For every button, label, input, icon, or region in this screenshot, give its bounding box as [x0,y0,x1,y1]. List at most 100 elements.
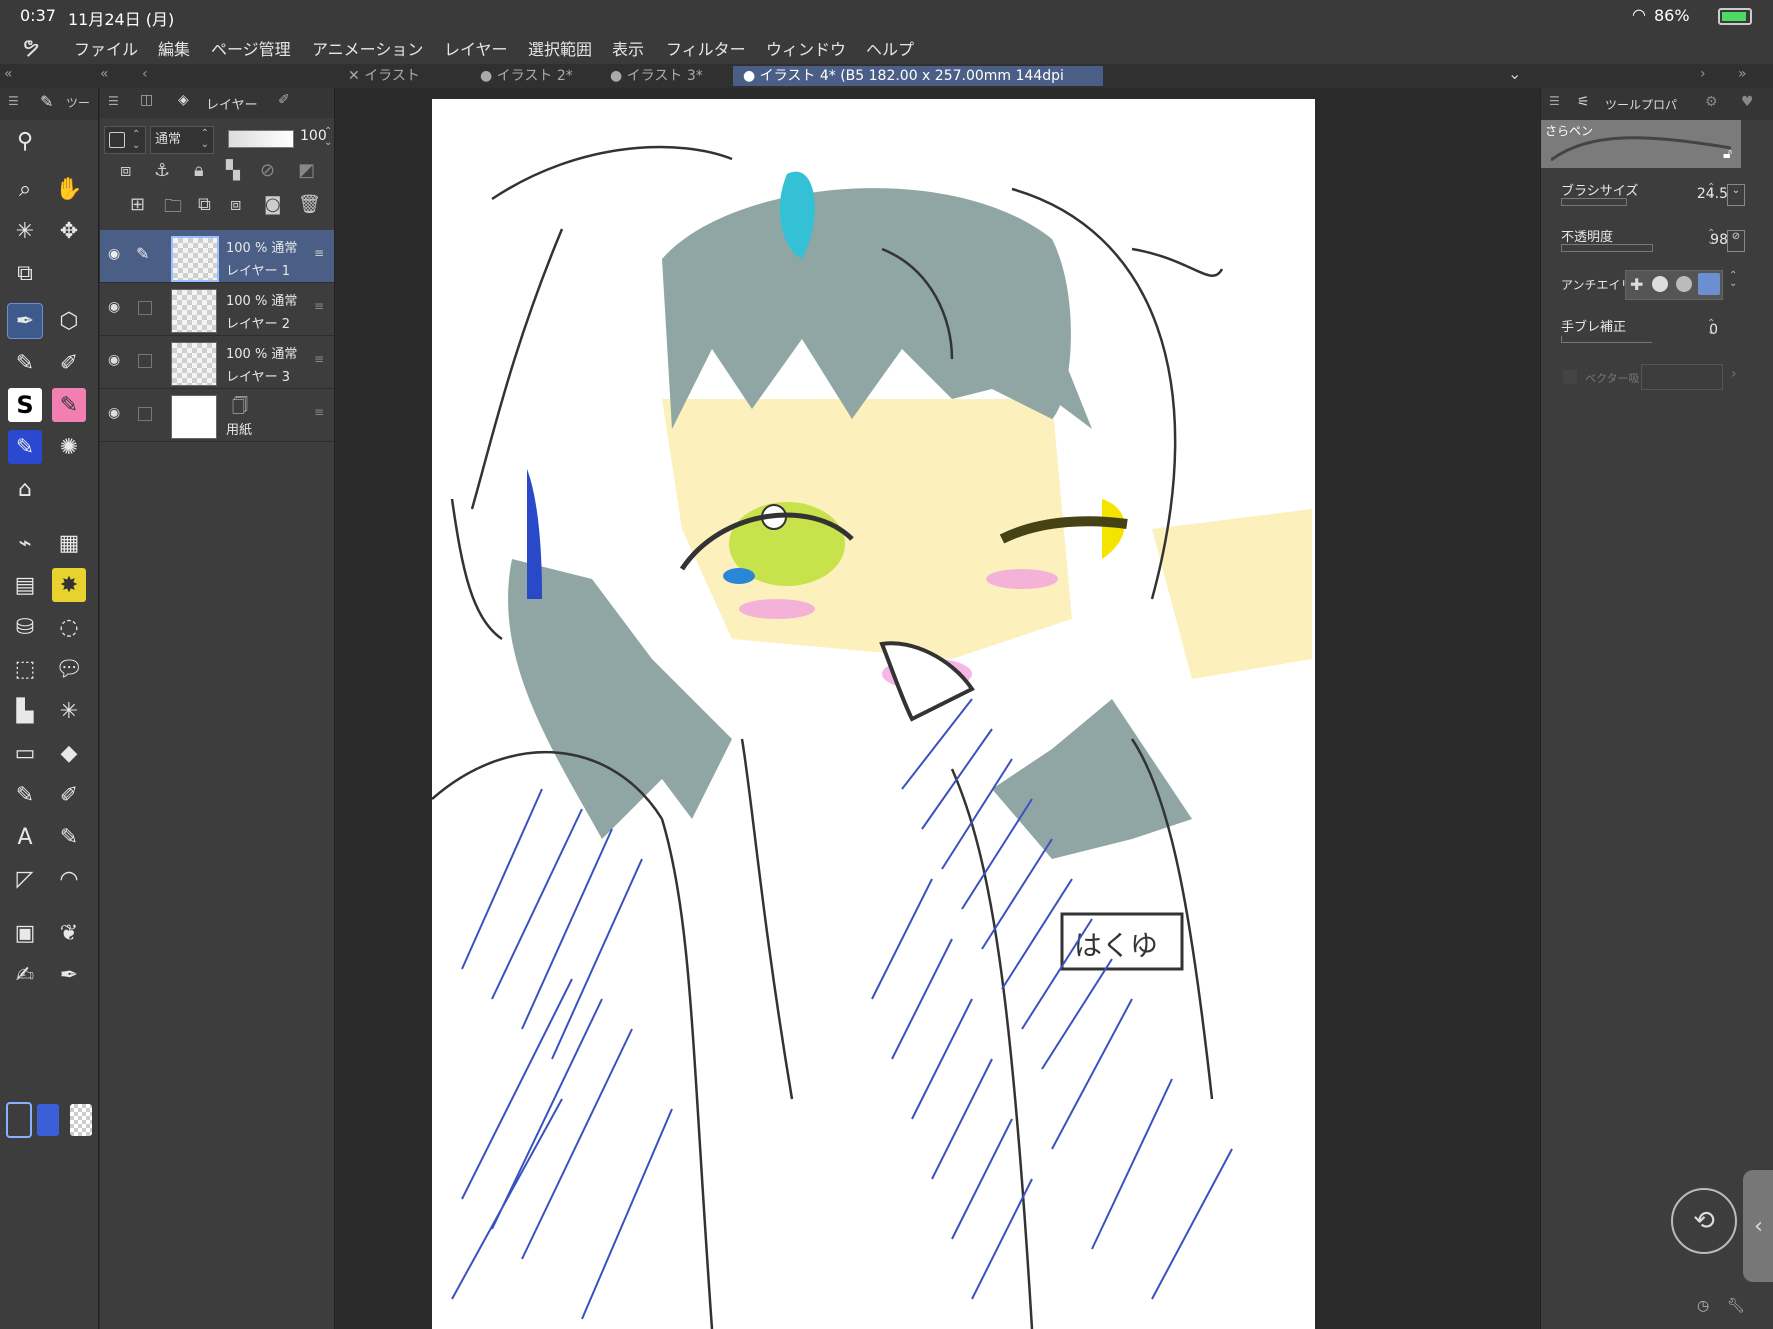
ruler-icon[interactable]: ◸ [8,862,42,896]
eye-icon[interactable]: ◉ [108,299,120,315]
magic-wand-icon[interactable]: ✳ [8,214,42,248]
ink-icon[interactable]: ✍ [8,958,42,992]
menu-animation[interactable]: アニメーション [312,36,423,60]
menu-window[interactable]: ウィンドウ [766,36,846,60]
drag-handle-icon[interactable]: ≡ [314,299,324,313]
hand-icon[interactable]: ✋ [52,172,86,206]
eye-icon[interactable]: ◉ [108,352,120,368]
main-color-swatch[interactable] [37,1104,59,1136]
new-raster-layer-icon[interactable]: ⊞ [130,194,145,215]
radial-line-icon[interactable]: ✳ [52,694,86,728]
s-pen-icon[interactable]: S [8,388,42,422]
airbrush-icon[interactable]: ✎ [8,430,42,464]
edge-keyboard-handle[interactable]: ‹ [1743,1170,1773,1282]
lock-icon[interactable]: 🔓︎ [1723,146,1732,162]
3d-object-icon[interactable]: ⬡ [52,304,86,338]
vector-pen-icon[interactable]: ✎ [52,820,86,854]
chevron-right-icon[interactable]: › [1731,366,1737,382]
menu-help[interactable]: ヘルプ [866,36,914,60]
checkbox-icon[interactable] [138,407,152,421]
brush-size-slider[interactable] [1561,198,1627,206]
line-width-icon[interactable]: ✐ [52,778,86,812]
menu-file[interactable]: ファイル [74,36,138,60]
tab-illust-3[interactable]: ● イラスト 3* [610,66,730,86]
menu-layer[interactable]: レイヤー [444,36,508,60]
aa-medium-icon[interactable] [1676,276,1692,292]
spinner-icon[interactable]: ⌃ ⌄ [324,126,332,148]
curve-ruler-icon[interactable]: ◠ [52,862,86,896]
vector-checkbox[interactable] [1563,370,1577,384]
collapse-left-icon[interactable]: « [4,66,13,82]
brush-settings-icon[interactable]: ⚙ [1705,94,1718,110]
aa-none-icon[interactable]: ✚ [1630,275,1643,294]
eraser-icon[interactable]: ◆ [52,736,86,770]
gradient-icon[interactable]: ▣ [8,916,42,950]
menu-icon[interactable]: ☰ [8,94,19,108]
clip-icon[interactable]: ⧈ [120,160,131,181]
zoom-icon[interactable]: ⌕ [8,172,42,206]
navigator-tab-icon[interactable]: ◫ [140,92,153,108]
text-tool-icon[interactable]: A [8,820,42,854]
rotate-canvas-button[interactable]: ⟲ [1671,1188,1737,1254]
vector-snap-options[interactable] [1641,364,1723,390]
chevron-down-icon[interactable]: ⌄ [1508,64,1521,83]
tab-illust-1[interactable]: ✕ イラスト [348,66,468,86]
drag-handle-icon[interactable]: ≡ [314,352,324,366]
decoration-icon[interactable]: ⌂ [8,472,42,506]
tab-illust-2[interactable]: ● イラスト 2* [480,66,600,86]
checkbox-icon[interactable] [138,354,152,368]
layer-row-paper[interactable]: ◉ 🗍︎ 用紙 ≡ [100,389,334,442]
pressure-toggle-icon[interactable]: ⌄ [1727,184,1745,206]
spinner-icon[interactable]: ⌃ ⌄ [1707,183,1715,201]
marker-icon[interactable]: ✎ [52,388,86,422]
menu-filter[interactable]: フィルター [666,36,746,60]
pen-tool-icon[interactable]: ✒ [7,303,43,339]
menu-icon[interactable]: ☰ [108,94,119,108]
layer-move-icon[interactable]: ⧉ [8,256,42,290]
canvas-paper[interactable]: はくゆ [432,99,1315,1329]
move-icon[interactable]: ✥ [52,214,86,248]
chevron-right-icon[interactable]: › [1700,66,1706,82]
brush-tab-icon[interactable]: ✐ [278,92,290,108]
reference-icon[interactable]: ⚓ [154,160,170,181]
balloon-icon[interactable]: 💬︎ [52,652,86,686]
drops-icon[interactable]: ❦ [52,916,86,950]
pen-tab-icon[interactable]: ✎ [40,92,53,111]
drag-handle-icon[interactable]: ≡ [314,405,324,419]
rectangle-icon[interactable]: ▭ [8,736,42,770]
lasso-fill-icon[interactable]: ◌ [52,610,86,644]
menu-page[interactable]: ページ管理 [211,36,291,60]
nib-icon[interactable]: ✒ [52,958,86,992]
timer-icon[interactable]: ◷ [1697,1298,1709,1314]
menu-icon[interactable]: ☰ [1549,94,1560,108]
ruler-toggle-icon[interactable]: ◩ [298,160,315,181]
trash-icon[interactable]: 🗑︎ [298,194,321,215]
app-logo-icon[interactable]: ຯ [22,34,39,59]
pattern-icon[interactable]: ▦ [52,526,86,560]
frame-icon[interactable]: ▤ [8,568,42,602]
lock-transparency-icon[interactable]: ▚ [226,160,240,181]
mask-toggle-icon[interactable]: ⊘ [260,160,275,181]
text-balloon-icon[interactable]: ▙ [8,694,42,728]
layer-row-2[interactable]: ◉ 100 % 通常 レイヤー 2 ≡ [100,283,334,336]
menu-edit[interactable]: 編集 [158,36,190,60]
eye-icon[interactable]: ◉ [108,405,120,421]
tab-illust-4[interactable]: ● イラスト 4* (B5 182.00 x 257.00mm 144dpi 1… [733,66,1103,104]
eyedropper-icon[interactable]: ⚲ [8,124,42,158]
blend-square-button[interactable]: ⌃ ⌄ [104,126,146,154]
menu-view[interactable]: 表示 [612,36,644,60]
rect-select-icon[interactable]: ⬚ [8,652,42,686]
layer-row-1[interactable]: ◉ ✎ 100 % 通常 レイヤー 1 ≡ [100,230,334,283]
blend-icon[interactable]: ⌁ [8,526,42,560]
sub-color-swatch[interactable] [6,1102,32,1138]
fill-icon[interactable]: ⛁ [8,610,42,644]
opacity-toggle-icon[interactable]: ⊘ [1727,230,1745,252]
chevron-left-icon[interactable]: ‹ [142,66,148,82]
lock-icon[interactable]: 🔒︎ [194,160,204,181]
drag-handle-icon[interactable]: ≡ [314,246,324,260]
aa-strong-icon[interactable] [1698,273,1720,295]
effect-line-icon[interactable]: ✸ [52,568,86,602]
close-icon[interactable]: ✕ [348,68,360,84]
brush-preview[interactable]: さらペン 🔓︎ [1541,120,1741,168]
menu-selection[interactable]: 選択範囲 [528,36,592,60]
